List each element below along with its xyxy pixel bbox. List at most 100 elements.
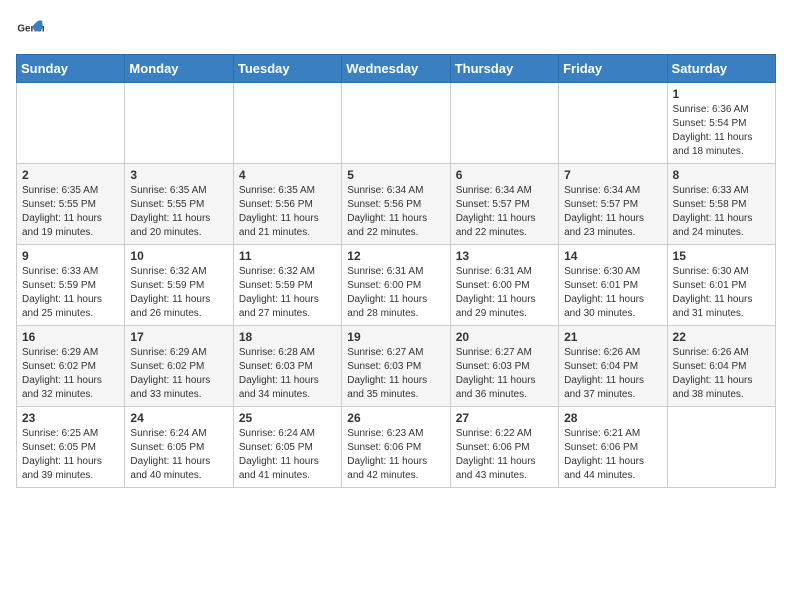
calendar-cell: 16 Sunrise: 6:29 AM Sunset: 6:02 PM Dayli… xyxy=(17,326,125,407)
day-number: 13 xyxy=(456,249,553,263)
logo: General xyxy=(16,16,48,44)
day-info: Sunrise: 6:26 AM Sunset: 6:04 PM Dayligh… xyxy=(673,346,770,402)
weekday-header-wednesday: Wednesday xyxy=(342,55,450,83)
calendar-cell: 3 Sunrise: 6:35 AM Sunset: 5:55 PM Daylig… xyxy=(125,164,233,245)
day-info: Sunrise: 6:36 AM Sunset: 5:54 PM Dayligh… xyxy=(673,103,770,159)
day-number: 9 xyxy=(22,249,119,263)
day-info: Sunrise: 6:33 AM Sunset: 5:59 PM Dayligh… xyxy=(22,265,119,321)
day-number: 2 xyxy=(22,168,119,182)
calendar-week-4: 16 Sunrise: 6:29 AM Sunset: 6:02 PM Dayli… xyxy=(17,326,776,407)
calendar-cell: 23Sunrise: 6:25 AM Sunset: 6:05 PM Dayli… xyxy=(17,407,125,488)
calendar-cell: 7 Sunrise: 6:34 AM Sunset: 5:57 PM Daylig… xyxy=(559,164,667,245)
day-info: Sunrise: 6:32 AM Sunset: 5:59 PM Dayligh… xyxy=(239,265,336,321)
day-number: 8 xyxy=(673,168,770,182)
day-info: Sunrise: 6:29 AM Sunset: 6:02 PM Dayligh… xyxy=(130,346,227,402)
calendar-cell: 2 Sunrise: 6:35 AM Sunset: 5:55 PM Daylig… xyxy=(17,164,125,245)
calendar-cell xyxy=(233,83,341,164)
calendar-cell: 21 Sunrise: 6:26 AM Sunset: 6:04 PM Dayli… xyxy=(559,326,667,407)
calendar-cell: 4 Sunrise: 6:35 AM Sunset: 5:56 PM Daylig… xyxy=(233,164,341,245)
day-number: 18 xyxy=(239,330,336,344)
day-info: Sunrise: 6:31 AM Sunset: 6:00 PM Dayligh… xyxy=(347,265,444,321)
calendar-week-3: 9 Sunrise: 6:33 AM Sunset: 5:59 PM Daylig… xyxy=(17,245,776,326)
day-number: 14 xyxy=(564,249,661,263)
day-number: 7 xyxy=(564,168,661,182)
day-info: Sunrise: 6:21 AM Sunset: 6:06 PM Dayligh… xyxy=(564,427,661,483)
day-info: Sunrise: 6:34 AM Sunset: 5:57 PM Dayligh… xyxy=(456,184,553,240)
weekday-header-saturday: Saturday xyxy=(667,55,775,83)
day-number: 12 xyxy=(347,249,444,263)
day-info: Sunrise: 6:24 AM Sunset: 6:05 PM Dayligh… xyxy=(239,427,336,483)
day-info: Sunrise: 6:30 AM Sunset: 6:01 PM Dayligh… xyxy=(564,265,661,321)
day-info: Sunrise: 6:29 AM Sunset: 6:02 PM Dayligh… xyxy=(22,346,119,402)
day-number: 4 xyxy=(239,168,336,182)
day-info: Sunrise: 6:27 AM Sunset: 6:03 PM Dayligh… xyxy=(456,346,553,402)
calendar-cell: 27 Sunrise: 6:22 AM Sunset: 6:06 PM Dayli… xyxy=(450,407,558,488)
day-info: Sunrise: 6:32 AM Sunset: 5:59 PM Dayligh… xyxy=(130,265,227,321)
calendar-week-5: 23Sunrise: 6:25 AM Sunset: 6:05 PM Dayli… xyxy=(17,407,776,488)
weekday-header-row: SundayMondayTuesdayWednesdayThursdayFrid… xyxy=(17,55,776,83)
day-number: 3 xyxy=(130,168,227,182)
day-info: Sunrise: 6:35 AM Sunset: 5:55 PM Dayligh… xyxy=(130,184,227,240)
calendar-cell: 10 Sunrise: 6:32 AM Sunset: 5:59 PM Dayli… xyxy=(125,245,233,326)
calendar-cell: 9 Sunrise: 6:33 AM Sunset: 5:59 PM Daylig… xyxy=(17,245,125,326)
day-number: 6 xyxy=(456,168,553,182)
day-number: 20 xyxy=(456,330,553,344)
day-info: Sunrise: 6:28 AM Sunset: 6:03 PM Dayligh… xyxy=(239,346,336,402)
day-info: Sunrise: 6:24 AM Sunset: 6:05 PM Dayligh… xyxy=(130,427,227,483)
calendar-cell: 18 Sunrise: 6:28 AM Sunset: 6:03 PM Dayli… xyxy=(233,326,341,407)
calendar-cell: 8Sunrise: 6:33 AM Sunset: 5:58 PM Daylig… xyxy=(667,164,775,245)
day-number: 5 xyxy=(347,168,444,182)
calendar-cell: 20 Sunrise: 6:27 AM Sunset: 6:03 PM Dayli… xyxy=(450,326,558,407)
calendar-cell xyxy=(667,407,775,488)
calendar-body: 1 Sunrise: 6:36 AM Sunset: 5:54 PM Daylig… xyxy=(17,83,776,488)
logo-icon: General xyxy=(16,16,44,44)
day-number: 22 xyxy=(673,330,770,344)
calendar-cell xyxy=(559,83,667,164)
day-number: 11 xyxy=(239,249,336,263)
day-number: 19 xyxy=(347,330,444,344)
calendar-cell: 1 Sunrise: 6:36 AM Sunset: 5:54 PM Daylig… xyxy=(667,83,775,164)
calendar-cell: 19 Sunrise: 6:27 AM Sunset: 6:03 PM Dayli… xyxy=(342,326,450,407)
day-info: Sunrise: 6:26 AM Sunset: 6:04 PM Dayligh… xyxy=(564,346,661,402)
calendar-cell: 28 Sunrise: 6:21 AM Sunset: 6:06 PM Dayli… xyxy=(559,407,667,488)
calendar-cell: 12 Sunrise: 6:31 AM Sunset: 6:00 PM Dayli… xyxy=(342,245,450,326)
day-info: Sunrise: 6:35 AM Sunset: 5:55 PM Dayligh… xyxy=(22,184,119,240)
day-info: Sunrise: 6:22 AM Sunset: 6:06 PM Dayligh… xyxy=(456,427,553,483)
calendar-cell: 14 Sunrise: 6:30 AM Sunset: 6:01 PM Dayli… xyxy=(559,245,667,326)
day-info: Sunrise: 6:31 AM Sunset: 6:00 PM Dayligh… xyxy=(456,265,553,321)
day-number: 28 xyxy=(564,411,661,425)
calendar-cell xyxy=(125,83,233,164)
weekday-header-sunday: Sunday xyxy=(17,55,125,83)
calendar-cell xyxy=(17,83,125,164)
day-number: 10 xyxy=(130,249,227,263)
day-info: Sunrise: 6:35 AM Sunset: 5:56 PM Dayligh… xyxy=(239,184,336,240)
day-info: Sunrise: 6:27 AM Sunset: 6:03 PM Dayligh… xyxy=(347,346,444,402)
calendar-cell: 13 Sunrise: 6:31 AM Sunset: 6:00 PM Dayli… xyxy=(450,245,558,326)
calendar-cell: 26 Sunrise: 6:23 AM Sunset: 6:06 PM Dayli… xyxy=(342,407,450,488)
calendar-week-2: 2 Sunrise: 6:35 AM Sunset: 5:55 PM Daylig… xyxy=(17,164,776,245)
day-number: 16 xyxy=(22,330,119,344)
day-number: 21 xyxy=(564,330,661,344)
weekday-header-monday: Monday xyxy=(125,55,233,83)
day-info: Sunrise: 6:34 AM Sunset: 5:56 PM Dayligh… xyxy=(347,184,444,240)
calendar-cell xyxy=(342,83,450,164)
weekday-header-tuesday: Tuesday xyxy=(233,55,341,83)
calendar-week-1: 1 Sunrise: 6:36 AM Sunset: 5:54 PM Daylig… xyxy=(17,83,776,164)
calendar-table: SundayMondayTuesdayWednesdayThursdayFrid… xyxy=(16,54,776,488)
day-number: 26 xyxy=(347,411,444,425)
page-header: General xyxy=(16,16,776,44)
weekday-header-friday: Friday xyxy=(559,55,667,83)
day-info: Sunrise: 6:23 AM Sunset: 6:06 PM Dayligh… xyxy=(347,427,444,483)
day-number: 27 xyxy=(456,411,553,425)
calendar-cell: 15 Sunrise: 6:30 AM Sunset: 6:01 PM Dayli… xyxy=(667,245,775,326)
day-number: 1 xyxy=(673,87,770,101)
calendar-cell: 24Sunrise: 6:24 AM Sunset: 6:05 PM Dayli… xyxy=(125,407,233,488)
calendar-cell: 5 Sunrise: 6:34 AM Sunset: 5:56 PM Daylig… xyxy=(342,164,450,245)
calendar-cell: 22 Sunrise: 6:26 AM Sunset: 6:04 PM Dayli… xyxy=(667,326,775,407)
calendar-cell: 11 Sunrise: 6:32 AM Sunset: 5:59 PM Dayli… xyxy=(233,245,341,326)
day-info: Sunrise: 6:34 AM Sunset: 5:57 PM Dayligh… xyxy=(564,184,661,240)
day-info: Sunrise: 6:30 AM Sunset: 6:01 PM Dayligh… xyxy=(673,265,770,321)
day-number: 15 xyxy=(673,249,770,263)
calendar-cell xyxy=(450,83,558,164)
day-number: 25 xyxy=(239,411,336,425)
